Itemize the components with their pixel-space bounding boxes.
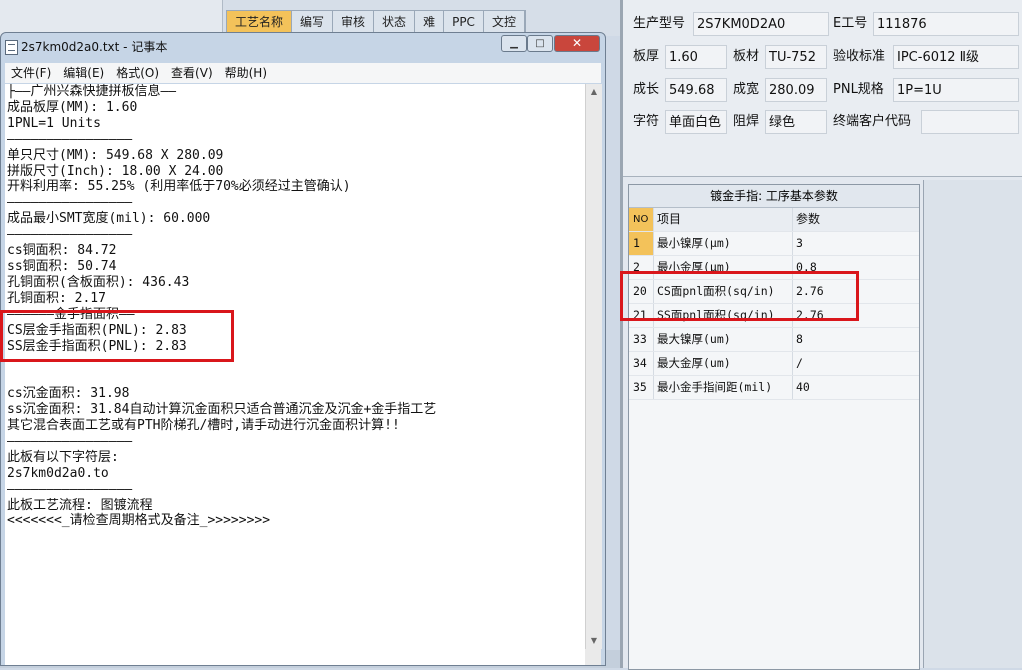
- field-solder-mask[interactable]: 绿色: [765, 110, 827, 134]
- col-item-header[interactable]: 项目: [653, 208, 792, 231]
- background-app-left-area: [0, 0, 223, 36]
- text-line: 开料利用率: 55.25% (利用率低于70%必须经过主管确认): [7, 179, 351, 195]
- row-no: 33: [633, 332, 647, 346]
- label-thickness: 板厚: [633, 49, 660, 64]
- row-no: 1: [629, 232, 653, 255]
- text-line: 1PNL=1 Units: [7, 115, 101, 131]
- text-line: ————————————————: [7, 433, 133, 449]
- header-author[interactable]: 编写: [292, 11, 334, 33]
- header-review[interactable]: 审核: [333, 11, 375, 33]
- text-line: ss铜面积: 50.74: [7, 258, 117, 274]
- document-text[interactable]: ├——广州兴森快捷拼板信息—— 成品板厚(MM): 1.60 1PNL=1 Un…: [5, 84, 585, 529]
- header-process-name[interactable]: 工艺名称: [227, 11, 293, 33]
- text-line: 此板有以下字符层:: [7, 449, 119, 465]
- col-param-header[interactable]: 参数: [792, 208, 919, 231]
- menu-bar: 文件(F) 编辑(E) 格式(O) 查看(V) 帮助(H): [5, 63, 601, 83]
- notepad-icon: [5, 40, 18, 55]
- header-difficulty[interactable]: 难: [415, 11, 445, 33]
- row-value[interactable]: 3: [792, 232, 919, 255]
- header-status[interactable]: 状态: [374, 11, 416, 33]
- table-row[interactable]: 35 最小金手指间距(mil) 40: [629, 376, 919, 400]
- label-model: 生产型号: [633, 16, 686, 31]
- col-no-header[interactable]: NO: [629, 208, 653, 231]
- text-line: 2s7km0d2a0.to: [7, 465, 109, 481]
- text-line: 其它混合表面工艺或有PTH阶梯孔/槽时,请手动进行沉金面积计算!!: [7, 418, 400, 434]
- text-line: 孔铜面积(含板面积): 436.43: [7, 274, 190, 290]
- header-ppc[interactable]: PPC: [444, 11, 484, 33]
- scroll-down-icon[interactable]: ▼: [586, 633, 602, 649]
- text-line: 孔铜面积: 2.17: [7, 290, 106, 306]
- row-item: 最大金厚(um): [653, 352, 792, 375]
- text-line: ├——广州兴森快捷拼板信息——: [7, 84, 177, 99]
- job-fields-area: 生产型号 2S7KM0D2A0 E工号 111876 板厚 1.60 板材 TU…: [623, 0, 1022, 177]
- highlight-box-notepad: [0, 310, 234, 362]
- label-e-number: E工号: [833, 16, 868, 31]
- scroll-corner: [585, 649, 601, 665]
- notepad-titlebar[interactable]: 2s7km0d2a0.txt - 记事本 ▁ □ ✕: [1, 33, 605, 59]
- field-legend[interactable]: 单面白色: [665, 110, 727, 134]
- scroll-up-icon[interactable]: ▲: [586, 84, 602, 100]
- label-length: 成长: [633, 82, 660, 97]
- field-material[interactable]: TU-752: [765, 45, 827, 69]
- text-line: 成品板厚(MM): 1.60: [7, 99, 138, 115]
- text-line: ————————————————: [7, 227, 133, 243]
- menu-file[interactable]: 文件(F): [5, 63, 57, 83]
- row-value[interactable]: /: [792, 352, 919, 375]
- row-value[interactable]: 8: [792, 328, 919, 351]
- label-acceptance: 验收标准: [833, 49, 886, 64]
- field-acceptance[interactable]: IPC-6012 Ⅱ级: [893, 45, 1019, 69]
- text-line: ss沉金面积: 31.84自动计算沉金面积只适合普通沉金及沉金+金手指工艺: [7, 402, 437, 418]
- background-app-header-row: 工艺名称 编写 审核 状态 难 PPC 文控: [226, 10, 526, 34]
- field-e-number[interactable]: 111876: [873, 12, 1019, 36]
- menu-help[interactable]: 帮助(H): [219, 63, 273, 83]
- job-info-panel: 生产型号 2S7KM0D2A0 E工号 111876 板厚 1.60 板材 TU…: [620, 0, 1022, 670]
- field-model[interactable]: 2S7KM0D2A0: [693, 12, 829, 36]
- text-line: ————————————————: [7, 195, 133, 211]
- vertical-scrollbar[interactable]: ▲ ▼: [585, 84, 602, 649]
- label-legend: 字符: [633, 114, 660, 129]
- field-thickness[interactable]: 1.60: [665, 45, 727, 69]
- process-parameter-grid: 镀金手指: 工序基本参数 NO 项目 参数 1 最小镍厚(μm) 3 2 最小金…: [628, 184, 920, 670]
- close-button[interactable]: ✕: [554, 35, 600, 52]
- label-pnl-spec: PNL规格: [833, 82, 884, 97]
- field-width[interactable]: 280.09: [765, 78, 827, 102]
- row-item: 最小镍厚(μm): [653, 232, 792, 255]
- field-length[interactable]: 549.68: [665, 78, 727, 102]
- text-line: ————————————————: [7, 481, 133, 497]
- text-line: 拼版尺寸(Inch): 18.00 X 24.00: [7, 163, 224, 179]
- row-no: 34: [633, 356, 647, 370]
- text-line: cs沉金面积: 31.98: [7, 386, 130, 402]
- text-line: cs铜面积: 84.72: [7, 243, 117, 259]
- menu-edit[interactable]: 编辑(E): [57, 63, 110, 83]
- maximize-button[interactable]: □: [527, 35, 553, 52]
- grid-title: 镀金手指: 工序基本参数: [629, 185, 919, 208]
- label-customer-code: 终端客户代码: [833, 114, 912, 129]
- text-editor[interactable]: ├——广州兴森快捷拼板信息—— 成品板厚(MM): 1.60 1PNL=1 Un…: [5, 84, 585, 665]
- row-no: 35: [633, 380, 647, 394]
- grid-header-row: NO 项目 参数: [629, 208, 919, 232]
- minimize-button[interactable]: ▁: [501, 35, 527, 52]
- table-row[interactable]: 33 最大镍厚(um) 8: [629, 328, 919, 352]
- field-customer-code[interactable]: [921, 110, 1019, 134]
- window-title: 2s7km0d2a0.txt - 记事本: [21, 40, 168, 54]
- menu-format[interactable]: 格式(O): [110, 63, 165, 83]
- header-doc-control[interactable]: 文控: [484, 11, 525, 33]
- row-item: 最大镍厚(um): [653, 328, 792, 351]
- row-value[interactable]: 40: [792, 376, 919, 399]
- row-item: 最小金手指间距(mil): [653, 376, 792, 399]
- text-line: 成品最小SMT宽度(mil): 60.000: [7, 211, 211, 227]
- field-pnl-spec[interactable]: 1P=1U: [893, 78, 1019, 102]
- label-material: 板材: [733, 49, 760, 64]
- text-line: 此板工艺流程: 图镀流程: [7, 497, 153, 513]
- menu-view[interactable]: 查看(V): [165, 63, 219, 83]
- table-row[interactable]: 34 最大金厚(um) /: [629, 352, 919, 376]
- side-panel: [923, 180, 1022, 668]
- text-line: 单只尺寸(MM): 549.68 X 280.09: [7, 147, 224, 163]
- table-row[interactable]: 1 最小镍厚(μm) 3: [629, 232, 919, 256]
- text-line: ————————————————: [7, 131, 133, 147]
- label-solder-mask: 阻焊: [733, 114, 760, 129]
- highlight-box-grid: [620, 271, 859, 321]
- label-width: 成宽: [733, 82, 760, 97]
- text-line: <<<<<<<_请检查周期格式及备注_>>>>>>>>: [7, 513, 271, 529]
